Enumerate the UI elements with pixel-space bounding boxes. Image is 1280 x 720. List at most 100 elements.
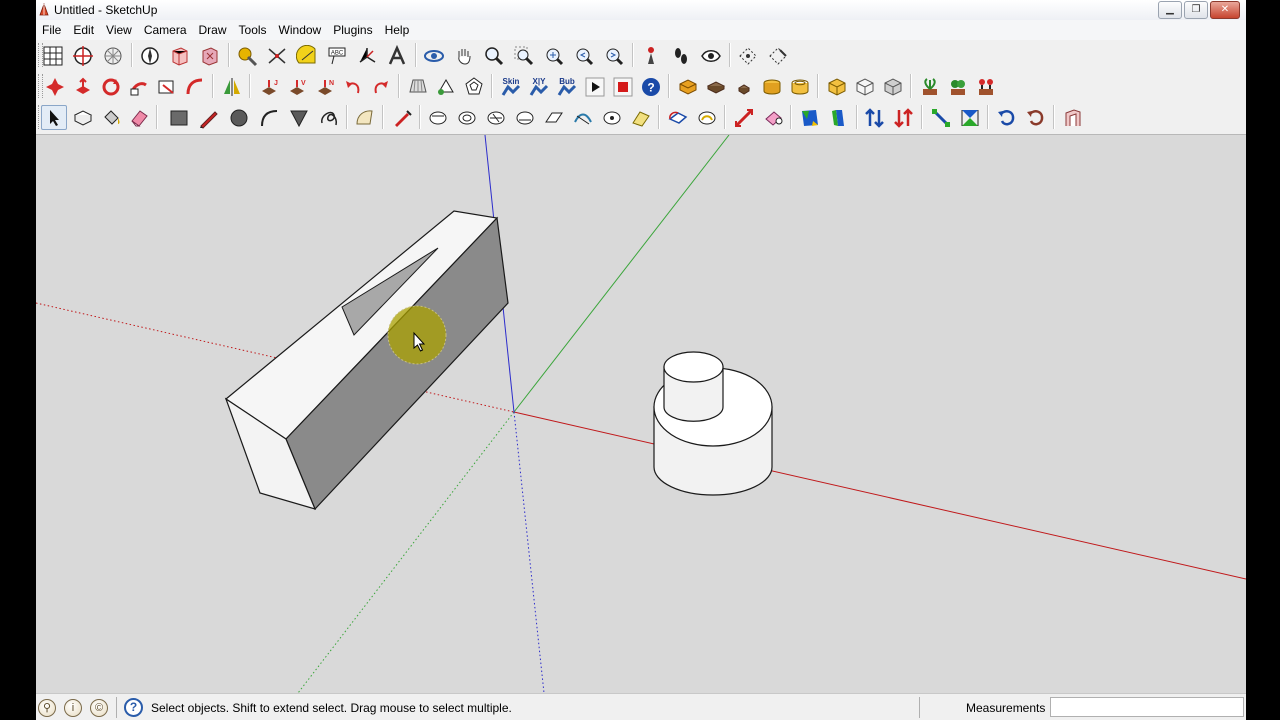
face-green-blue-icon[interactable]: [797, 105, 823, 130]
axes-icon[interactable]: [354, 43, 380, 68]
restore-button[interactable]: ❐: [1184, 1, 1208, 19]
updown-blue-icon[interactable]: [862, 105, 888, 130]
solid-small-icon[interactable]: [731, 74, 757, 99]
flower-icon[interactable]: [973, 74, 999, 99]
zoom-icon[interactable]: [481, 43, 507, 68]
menu-edit[interactable]: Edit: [67, 20, 100, 40]
previous-view-icon[interactable]: [571, 43, 597, 68]
lasso-3-icon[interactable]: [483, 105, 509, 130]
block-model[interactable]: [224, 210, 509, 511]
menu-plugins[interactable]: Plugins: [327, 20, 378, 40]
cylinder-outline-icon[interactable]: [787, 74, 813, 99]
upper-cylinder-top[interactable]: [663, 351, 724, 383]
pencil-line-icon[interactable]: [196, 105, 222, 130]
copyright-icon[interactable]: ©: [90, 699, 108, 717]
compass-icon[interactable]: [137, 43, 163, 68]
text-label-icon[interactable]: ABC: [324, 43, 350, 68]
updown-red-icon[interactable]: [891, 105, 917, 130]
menu-help[interactable]: Help: [379, 20, 416, 40]
walk-footprints-icon[interactable]: [668, 43, 694, 68]
mirror-icon[interactable]: [219, 74, 245, 99]
cylinder-solid-icon[interactable]: [759, 74, 785, 99]
select-arrow-icon[interactable]: [41, 105, 67, 130]
stepped-cylinder-model[interactable]: [653, 351, 773, 496]
lasso-7-icon[interactable]: [599, 105, 625, 130]
door-panel-icon[interactable]: [1060, 105, 1086, 130]
curve-tool-2-icon[interactable]: [694, 105, 720, 130]
model-viewport[interactable]: [36, 134, 1246, 693]
geo-location-icon[interactable]: ⚲: [38, 699, 56, 717]
dodecahedron-icon[interactable]: [461, 74, 487, 99]
sandbox-from-contours-icon[interactable]: [735, 43, 761, 68]
menu-camera[interactable]: Camera: [138, 20, 193, 40]
scene-canvas[interactable]: [36, 135, 1246, 693]
cube-white-icon[interactable]: [852, 74, 878, 99]
solid-subtract-icon[interactable]: [703, 74, 729, 99]
redo-arrow-icon[interactable]: [368, 74, 394, 99]
help-question-icon[interactable]: ?: [124, 698, 143, 717]
rotate-brown-arrow-icon[interactable]: [1023, 105, 1049, 130]
blue-slab-icon[interactable]: [826, 105, 852, 130]
next-view-icon[interactable]: [601, 43, 627, 68]
lasso-1-icon[interactable]: [425, 105, 451, 130]
stretch-red-icon[interactable]: [731, 105, 757, 130]
protractor-icon[interactable]: [294, 43, 320, 68]
lasso-4-icon[interactable]: [512, 105, 538, 130]
pan-hand-icon[interactable]: [451, 43, 477, 68]
section-box-icon[interactable]: [167, 43, 193, 68]
look-around-eye-icon[interactable]: [698, 43, 724, 68]
dimension-icon[interactable]: [264, 43, 290, 68]
paint-bucket-icon[interactable]: [98, 105, 124, 130]
bubble-tool[interactable]: Bub: [554, 74, 580, 99]
hourglass-blue-icon[interactable]: [957, 105, 983, 130]
skin-tool[interactable]: Skin: [498, 74, 524, 99]
sandbox-scratch-icon[interactable]: [765, 43, 791, 68]
freehand-icon[interactable]: [316, 105, 342, 130]
push-j-icon[interactable]: J: [256, 74, 282, 99]
pink-eraser-icon[interactable]: [760, 105, 786, 130]
play-icon[interactable]: [582, 74, 608, 99]
rotate-blue-arrow-icon[interactable]: [994, 105, 1020, 130]
offset-red-icon[interactable]: [154, 74, 180, 99]
measurements-input[interactable]: [1050, 697, 1244, 717]
polygon-icon[interactable]: [286, 105, 312, 130]
rectangle-icon[interactable]: [166, 105, 192, 130]
3d-text-icon[interactable]: [384, 43, 410, 68]
solid-union-icon[interactable]: [675, 74, 701, 99]
push-up-red-icon[interactable]: [70, 74, 96, 99]
pen-red-icon[interactable]: [389, 105, 415, 130]
curve-tool-1-icon[interactable]: [665, 105, 691, 130]
diagonal-blue-icon[interactable]: [928, 105, 954, 130]
lasso-6-icon[interactable]: [570, 105, 596, 130]
tree-icon[interactable]: [945, 74, 971, 99]
lasso-2-icon[interactable]: [454, 105, 480, 130]
eraser-icon[interactable]: [126, 105, 152, 130]
menu-tools[interactable]: Tools: [233, 20, 273, 40]
grid-icon[interactable]: [40, 43, 66, 68]
orbit-icon[interactable]: [421, 43, 447, 68]
xyz-tool[interactable]: X|Y: [526, 74, 552, 99]
lasso-5-icon[interactable]: [541, 105, 567, 130]
push-v-icon[interactable]: V: [284, 74, 310, 99]
explode-red-icon[interactable]: [42, 74, 68, 99]
menu-window[interactable]: Window: [273, 20, 328, 40]
undo-arrow-icon[interactable]: [340, 74, 366, 99]
follow-me-red-icon[interactable]: [126, 74, 152, 99]
cube-gold-icon[interactable]: [824, 74, 850, 99]
minimize-button[interactable]: ▁: [1158, 1, 1182, 19]
zoom-window-icon[interactable]: [511, 43, 537, 68]
circle-icon[interactable]: [226, 105, 252, 130]
menu-file[interactable]: File: [36, 20, 67, 40]
menu-view[interactable]: View: [100, 20, 138, 40]
rotate-red-icon[interactable]: [98, 74, 124, 99]
credits-icon[interactable]: i: [64, 699, 82, 717]
plant-icon[interactable]: [917, 74, 943, 99]
help-blue-icon[interactable]: ?: [638, 74, 664, 99]
lasso-8-icon[interactable]: [628, 105, 654, 130]
cube-grey-icon[interactable]: [880, 74, 906, 99]
loft-icon[interactable]: [433, 74, 459, 99]
shell-icon[interactable]: [405, 74, 431, 99]
tape-measure-icon[interactable]: [234, 43, 260, 68]
position-camera-icon[interactable]: [638, 43, 664, 68]
arc-icon[interactable]: [256, 105, 282, 130]
